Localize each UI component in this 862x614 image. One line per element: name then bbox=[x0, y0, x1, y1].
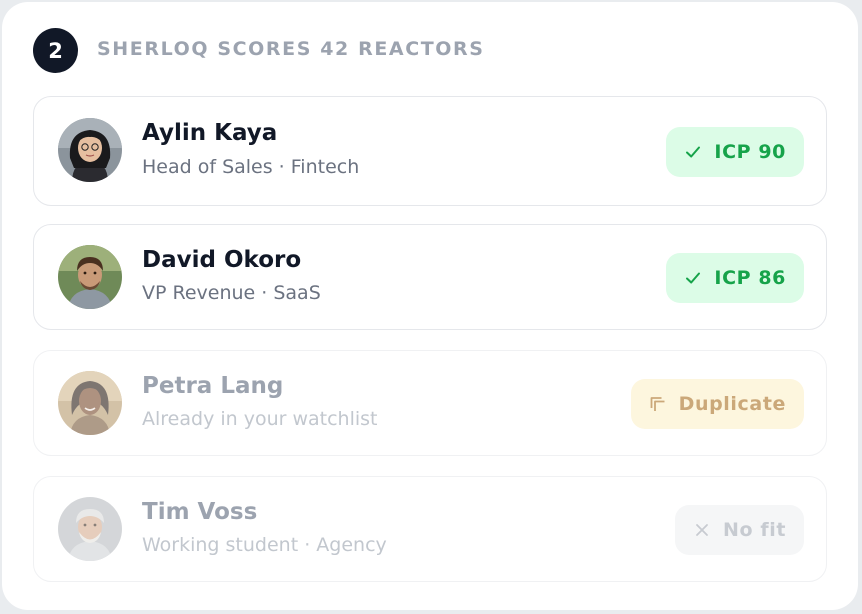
step-title: SHERLOQ SCORES 42 REACTORS bbox=[97, 38, 485, 60]
reactor-subtitle: Working student · Agency bbox=[142, 534, 387, 556]
reactor-name: Tim Voss bbox=[142, 499, 258, 525]
reactor-name: Aylin Kaya bbox=[142, 120, 278, 146]
reactor-row[interactable]: Petra Lang Already in your watchlist Dup… bbox=[33, 350, 827, 456]
reactor-name: Petra Lang bbox=[142, 373, 284, 399]
avatar bbox=[58, 118, 122, 182]
reactor-row[interactable]: Aylin Kaya Head of Sales · Fintech ICP 9… bbox=[33, 96, 827, 206]
reactor-row[interactable]: David Okoro VP Revenue · SaaS ICP 86 bbox=[33, 224, 827, 330]
check-icon bbox=[684, 269, 702, 287]
reactor-subtitle: Head of Sales · Fintech bbox=[142, 156, 360, 178]
avatar bbox=[58, 371, 122, 435]
duplicate-badge: Duplicate bbox=[630, 379, 804, 429]
badge-label: Duplicate bbox=[678, 393, 786, 415]
reactor-subtitle: VP Revenue · SaaS bbox=[142, 282, 321, 304]
scoring-card: 2 SHERLOQ SCORES 42 REACTORS Aylin Kaya … bbox=[2, 2, 858, 610]
step-number-badge: 2 bbox=[33, 28, 78, 73]
reactor-subtitle: Already in your watchlist bbox=[142, 408, 378, 430]
close-icon bbox=[693, 521, 711, 539]
avatar bbox=[58, 245, 122, 309]
icp-score-badge: ICP 86 bbox=[666, 253, 804, 303]
reactor-name: David Okoro bbox=[142, 247, 302, 273]
step-number: 2 bbox=[48, 38, 63, 63]
avatar bbox=[58, 497, 122, 561]
badge-label: ICP 86 bbox=[714, 267, 786, 289]
badge-label: ICP 90 bbox=[714, 141, 786, 163]
badge-label: No fit bbox=[722, 519, 786, 541]
no-fit-badge: No fit bbox=[674, 505, 804, 555]
icp-score-badge: ICP 90 bbox=[666, 127, 804, 177]
reactor-row[interactable]: Tim Voss Working student · Agency No fit bbox=[33, 476, 827, 582]
duplicate-icon bbox=[649, 395, 667, 413]
check-icon bbox=[684, 143, 702, 161]
